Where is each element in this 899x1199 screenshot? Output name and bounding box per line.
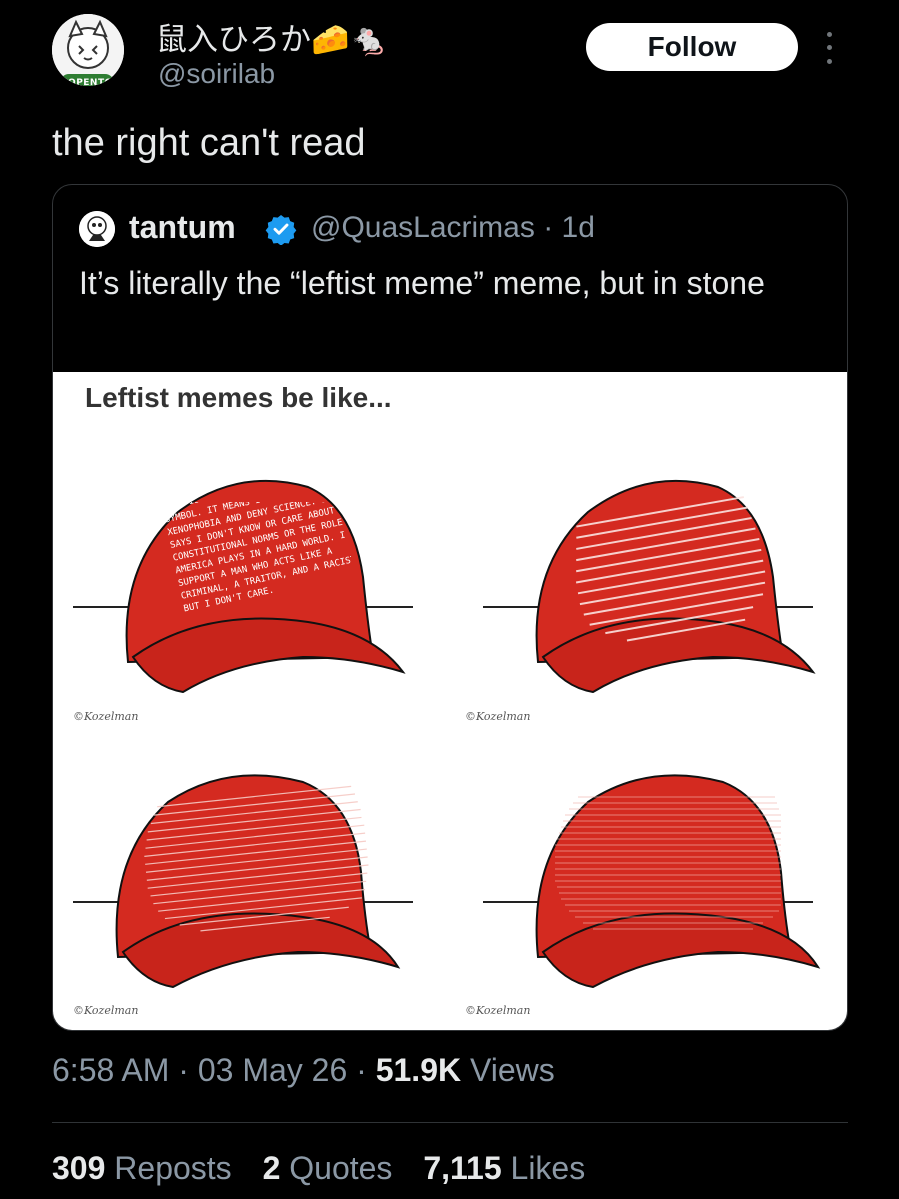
- quoted-author-name[interactable]: tantum: [129, 209, 236, 246]
- quoted-author-avatar[interactable]: [79, 211, 115, 247]
- hat-panel-2: [463, 457, 823, 707]
- hat-panel-3: [73, 757, 423, 1007]
- divider: [52, 1122, 848, 1123]
- hat-panel-4: [463, 757, 823, 1007]
- author-avatar[interactable]: #OPENTOWORK: [52, 14, 124, 86]
- likes-stat[interactable]: 7,115 Likes: [423, 1150, 585, 1186]
- quotes-label: Quotes: [289, 1150, 393, 1186]
- meme-image[interactable]: Leftist memes be like... THIS ISN'T JUST…: [53, 372, 847, 1030]
- views-label: Views: [469, 1052, 555, 1088]
- likes-label: Likes: [510, 1150, 586, 1186]
- reposts-stat[interactable]: 309 Reposts: [52, 1150, 232, 1186]
- tweet-time[interactable]: 6:58 AM: [52, 1052, 169, 1088]
- follow-button[interactable]: Follow: [586, 23, 798, 71]
- more-options-icon[interactable]: [820, 28, 838, 68]
- hat-panel-1: THIS ISN'T JUST A HAT. IT'S A SYMBOL. IT…: [73, 457, 423, 707]
- author-display-name[interactable]: 鼠入ひろか🧀🐁: [156, 14, 388, 59]
- reposts-count: 309: [52, 1150, 106, 1186]
- reposts-label: Reposts: [114, 1150, 232, 1186]
- skull-avatar-icon: [79, 211, 115, 247]
- quoted-handle-time[interactable]: @QuasLacrimas · 1d: [311, 211, 595, 245]
- opentowork-badge: #OPENTOWORK: [60, 74, 124, 86]
- signature-panel-3: ©Kozelman: [73, 1004, 139, 1017]
- quotes-count: 2: [262, 1150, 281, 1186]
- engagement-stats: 309 Reposts 2 Quotes 7,115 Likes: [52, 1150, 607, 1187]
- verified-badge-icon: [265, 215, 297, 245]
- author-handle[interactable]: @soirilab: [158, 58, 275, 90]
- likes-count: 7,115: [423, 1150, 502, 1186]
- tweet-metadata: 6:58 AM · 03 May 26 · 51.9K Views: [52, 1052, 555, 1088]
- tweet-text: the right can't read: [52, 122, 366, 164]
- meme-title: Leftist memes be like...: [85, 382, 392, 413]
- quoted-tweet[interactable]: tantum @QuasLacrimas · 1d It’s literally…: [52, 184, 848, 1031]
- tweet-date[interactable]: 03 May 26: [198, 1052, 347, 1088]
- signature-panel-2: ©Kozelman: [465, 710, 531, 723]
- views-count: 51.9K: [375, 1052, 462, 1088]
- hat-text-panel-1: THIS ISN'T JUST A HAT. IT'S A SYMBOL. IT…: [161, 502, 351, 615]
- quotes-stat[interactable]: 2 Quotes: [263, 1150, 393, 1186]
- signature-panel-1: ©Kozelman: [73, 710, 139, 723]
- signature-panel-4: ©Kozelman: [465, 1004, 531, 1017]
- quoted-tweet-text: It’s literally the “leftist meme” meme, …: [79, 265, 765, 301]
